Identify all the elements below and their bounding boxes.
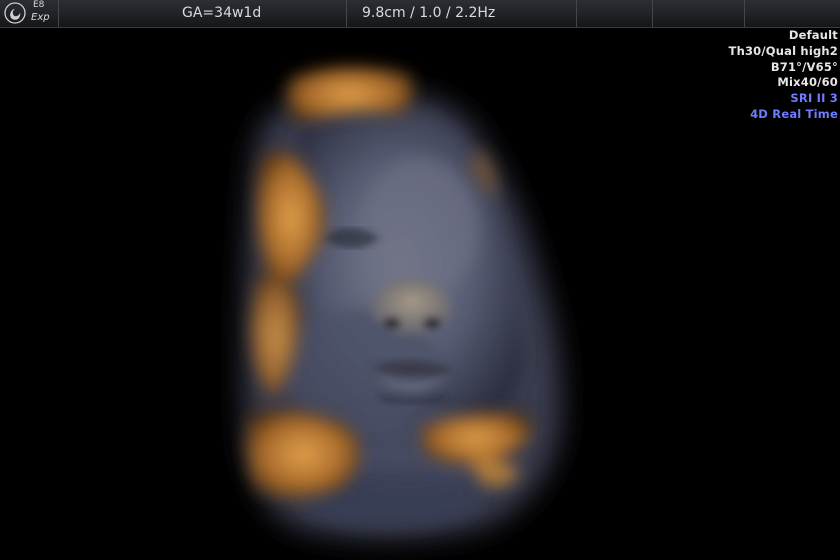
depth-segment: 9.8cm / 1.0 / 2.2Hz — [346, 0, 577, 27]
gestational-age-label: GA=34w1d — [182, 5, 262, 21]
depth-frequency-label: 9.8cm / 1.0 / 2.2Hz — [362, 5, 496, 21]
preset-label: Default — [788, 28, 838, 42]
angles-label: B71°/V65° — [770, 59, 838, 74]
volume-render-viewport[interactable] — [0, 28, 840, 560]
quality-label: Th30/Qual high2 — [728, 43, 838, 58]
blank-segment-2 — [652, 0, 745, 27]
logo-segment: E8 Exp — [0, 0, 59, 27]
realtime-label: 4D Real Time — [750, 106, 838, 121]
top-status-bar: E8 Exp GA=34w1d 9.8cm / 1.0 / 2.2Hz — [0, 0, 840, 28]
mix-label: Mix40/60 — [777, 75, 838, 90]
sri-label: SRI II 3 — [790, 91, 838, 106]
ga-segment: GA=34w1d — [58, 0, 347, 27]
probe-label: E8 — [33, 0, 45, 10]
ge-logo-icon — [4, 2, 26, 24]
fetal-face-render — [243, 66, 561, 538]
blank-segment-3 — [744, 0, 840, 27]
mode-label: Exp — [31, 12, 50, 23]
acquisition-parameters-panel: Default Th30/Qual high2 B71°/V65° Mix40/… — [729, 28, 838, 123]
blank-segment-1 — [576, 0, 653, 27]
